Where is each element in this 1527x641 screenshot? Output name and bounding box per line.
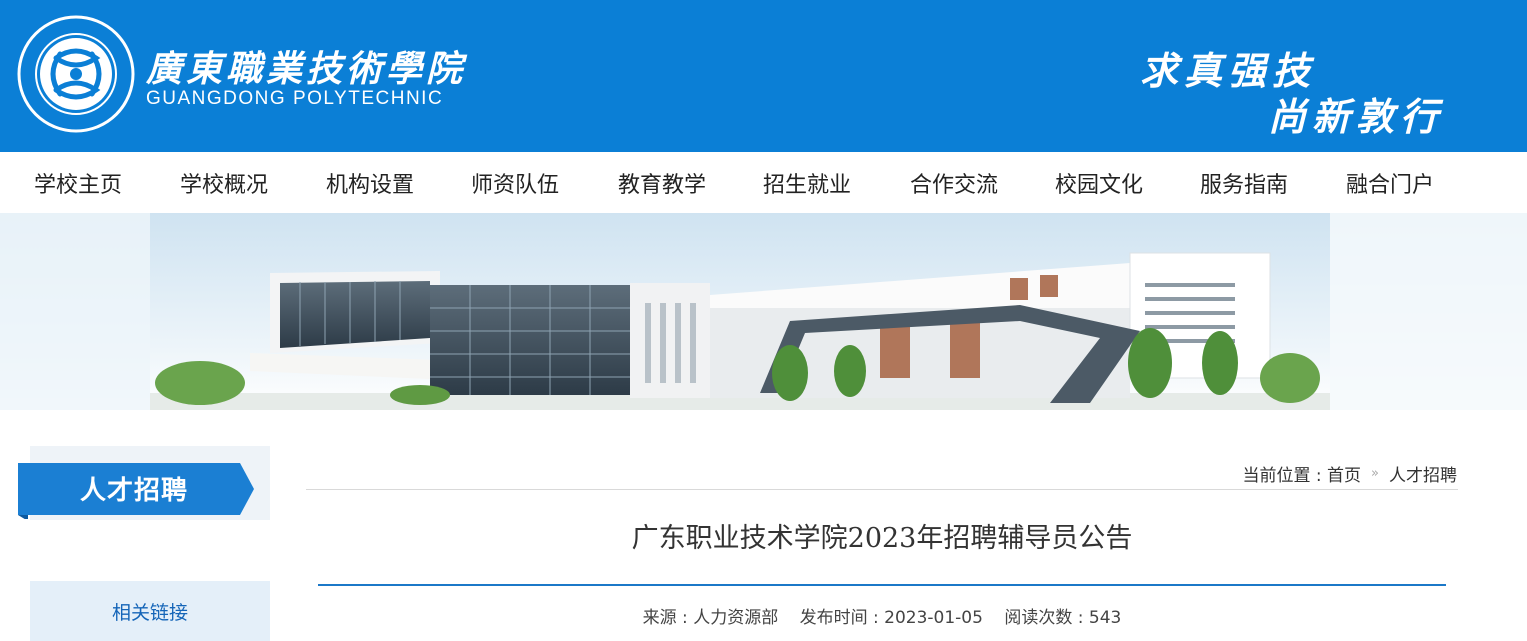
nav-item-faculty[interactable]: 师资队伍 bbox=[471, 167, 559, 199]
breadcrumb-prefix: 当前位置 : bbox=[1242, 466, 1328, 486]
article-meta: 来源 : 人力资源部 发布时间 : 2023-01-05 阅读次数 : 543 bbox=[318, 603, 1446, 628]
nav-item-departments[interactable]: 机构设置 bbox=[326, 167, 414, 199]
college-name-en[interactable]: GUANGDONG POLYTECHNIC bbox=[146, 88, 443, 110]
nav-item-education[interactable]: 教育教学 bbox=[618, 167, 706, 199]
college-name-cn[interactable]: 廣東職業技術學院 bbox=[146, 40, 466, 92]
related-links-box: 相关链接 bbox=[30, 581, 270, 641]
nav-item-admissions[interactable]: 招生就业 bbox=[763, 167, 851, 199]
breadcrumb: 当前位置 : 首页 » 人才招聘 bbox=[1242, 461, 1457, 486]
campus-building-illustration bbox=[0, 213, 1527, 410]
main-nav: 学校主页 学校概况 机构设置 师资队伍 教育教学 招生就业 合作交流 校园文化 … bbox=[0, 152, 1527, 213]
breadcrumb-separator: » bbox=[1371, 466, 1379, 481]
article-source: 来源 : 人力资源部 bbox=[642, 608, 779, 628]
nav-item-campus-culture[interactable]: 校园文化 bbox=[1055, 167, 1143, 199]
college-logo-icon[interactable] bbox=[16, 14, 136, 134]
sidebar-title: 人才招聘 bbox=[80, 476, 189, 506]
slogan-line-2: 尚新敦行 bbox=[1268, 94, 1445, 139]
breadcrumb-divider bbox=[306, 489, 1458, 490]
nav-item-portal[interactable]: 融合门户 bbox=[1346, 167, 1434, 199]
site-header: 廣東職業技術學院 GUANGDONG POLYTECHNIC 求真强技 尚新敦行 bbox=[0, 0, 1527, 152]
nav-item-home[interactable]: 学校主页 bbox=[34, 167, 122, 199]
article-title: 广东职业技术学院2023年招聘辅导员公告 bbox=[631, 523, 1133, 554]
breadcrumb-home[interactable]: 首页 bbox=[1327, 466, 1361, 486]
nav-item-cooperation[interactable]: 合作交流 bbox=[910, 167, 998, 199]
breadcrumb-current[interactable]: 人才招聘 bbox=[1389, 466, 1457, 486]
nav-item-overview[interactable]: 学校概况 bbox=[180, 167, 268, 199]
related-links-label[interactable]: 相关链接 bbox=[30, 598, 270, 625]
title-divider bbox=[318, 584, 1446, 586]
nav-item-service-guide[interactable]: 服务指南 bbox=[1200, 167, 1288, 199]
campus-banner-image bbox=[0, 213, 1527, 410]
article-published: 发布时间 : 2023-01-05 bbox=[799, 608, 983, 628]
article-views: 阅读次数 : 543 bbox=[1004, 608, 1122, 628]
